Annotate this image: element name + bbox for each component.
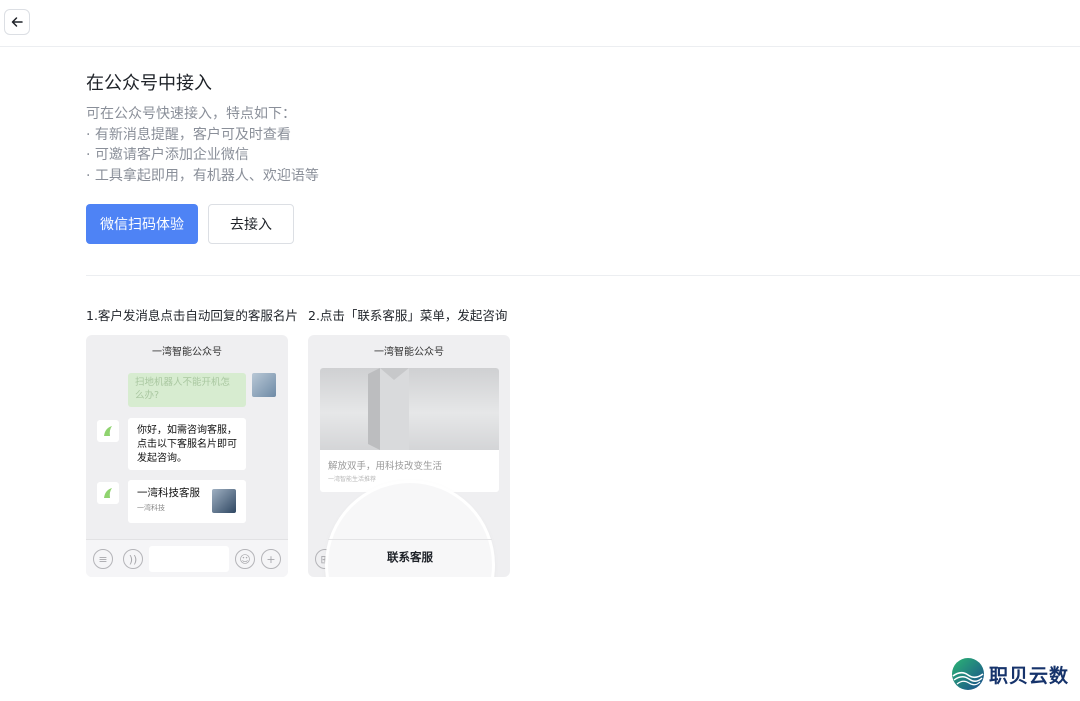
globe-logo-icon bbox=[952, 658, 984, 690]
service-avatar bbox=[212, 489, 236, 513]
menu-icon: ≡ bbox=[93, 549, 113, 569]
intro-text: 可在公众号快速接入，特点如下： bbox=[86, 106, 296, 122]
step-1-label: 1.客户发消息点击自动回复的客服名片 bbox=[86, 308, 298, 323]
article-image bbox=[320, 368, 499, 450]
plus-icon: + bbox=[261, 549, 281, 569]
back-button[interactable] bbox=[4, 9, 30, 35]
watermark-logo: 职贝云数 bbox=[951, 657, 1069, 691]
phone-title: 一湾智能公众号 bbox=[374, 347, 444, 358]
action-buttons: 微信扫码体验 去接入 bbox=[86, 204, 294, 244]
access-section: 在公众号中接入 可在公众号快速接入，特点如下： · 有新消息提醒，客户可及时查看… bbox=[86, 72, 1080, 244]
emoji-icon: ☺ bbox=[235, 549, 255, 569]
page-title: 在公众号中接入 bbox=[86, 73, 212, 94]
top-bar bbox=[0, 0, 1080, 47]
bot-avatar-icon bbox=[97, 420, 119, 442]
menu-magnifier: 联系客服 bbox=[328, 483, 492, 577]
divider bbox=[86, 275, 1080, 276]
feature-description: 可在公众号快速接入，特点如下： · 有新消息提醒，客户可及时查看 · 可邀请客户… bbox=[86, 104, 1080, 186]
feature-item: · 可邀请客户添加企业微信 bbox=[86, 147, 249, 163]
feature-item: · 工具拿起即用，有机器人、欢迎语等 bbox=[86, 167, 319, 184]
chat-input-bar: ≡ )) ☺ + bbox=[86, 539, 288, 577]
phone-title: 一湾智能公众号 bbox=[152, 347, 222, 358]
bot-reply-bubble: 你好，如需咨询客服，点击以下客服名片即可发起咨询。 bbox=[128, 418, 246, 470]
user-avatar bbox=[252, 373, 276, 397]
article-title: 解放双手，用科技改变生活 bbox=[328, 461, 443, 472]
watermark-text: 职贝云数 bbox=[989, 664, 1070, 687]
user-message-bubble: 扫地机器人不能开机怎么办? bbox=[128, 373, 246, 407]
step-1-preview: 一湾智能公众号 扫地机器人不能开机怎么办? 你好，如需咨询客服，点击以下客服名片… bbox=[86, 335, 288, 577]
step-2-preview: 一湾智能公众号 解放双手，用科技改变生活 一湾智能生活推荐 ⊞ 联系客服 bbox=[308, 335, 510, 577]
article-card: 解放双手，用科技改变生活 一湾智能生活推荐 bbox=[320, 368, 499, 492]
wechat-scan-button[interactable]: 微信扫码体验 bbox=[86, 204, 198, 244]
voice-icon: )) bbox=[123, 549, 143, 569]
arrow-left-icon bbox=[11, 17, 23, 27]
go-access-button[interactable]: 去接入 bbox=[208, 204, 294, 244]
service-card: 一湾科技客服 一湾科技 bbox=[128, 480, 246, 523]
contact-service-menu: 联系客服 bbox=[387, 550, 433, 564]
feature-item: · 有新消息提醒，客户可及时查看 bbox=[86, 126, 291, 143]
bot-avatar-icon bbox=[97, 482, 119, 504]
step-2-label: 2.点击「联系客服」菜单，发起咨询 bbox=[308, 308, 508, 323]
message-input bbox=[149, 546, 229, 572]
